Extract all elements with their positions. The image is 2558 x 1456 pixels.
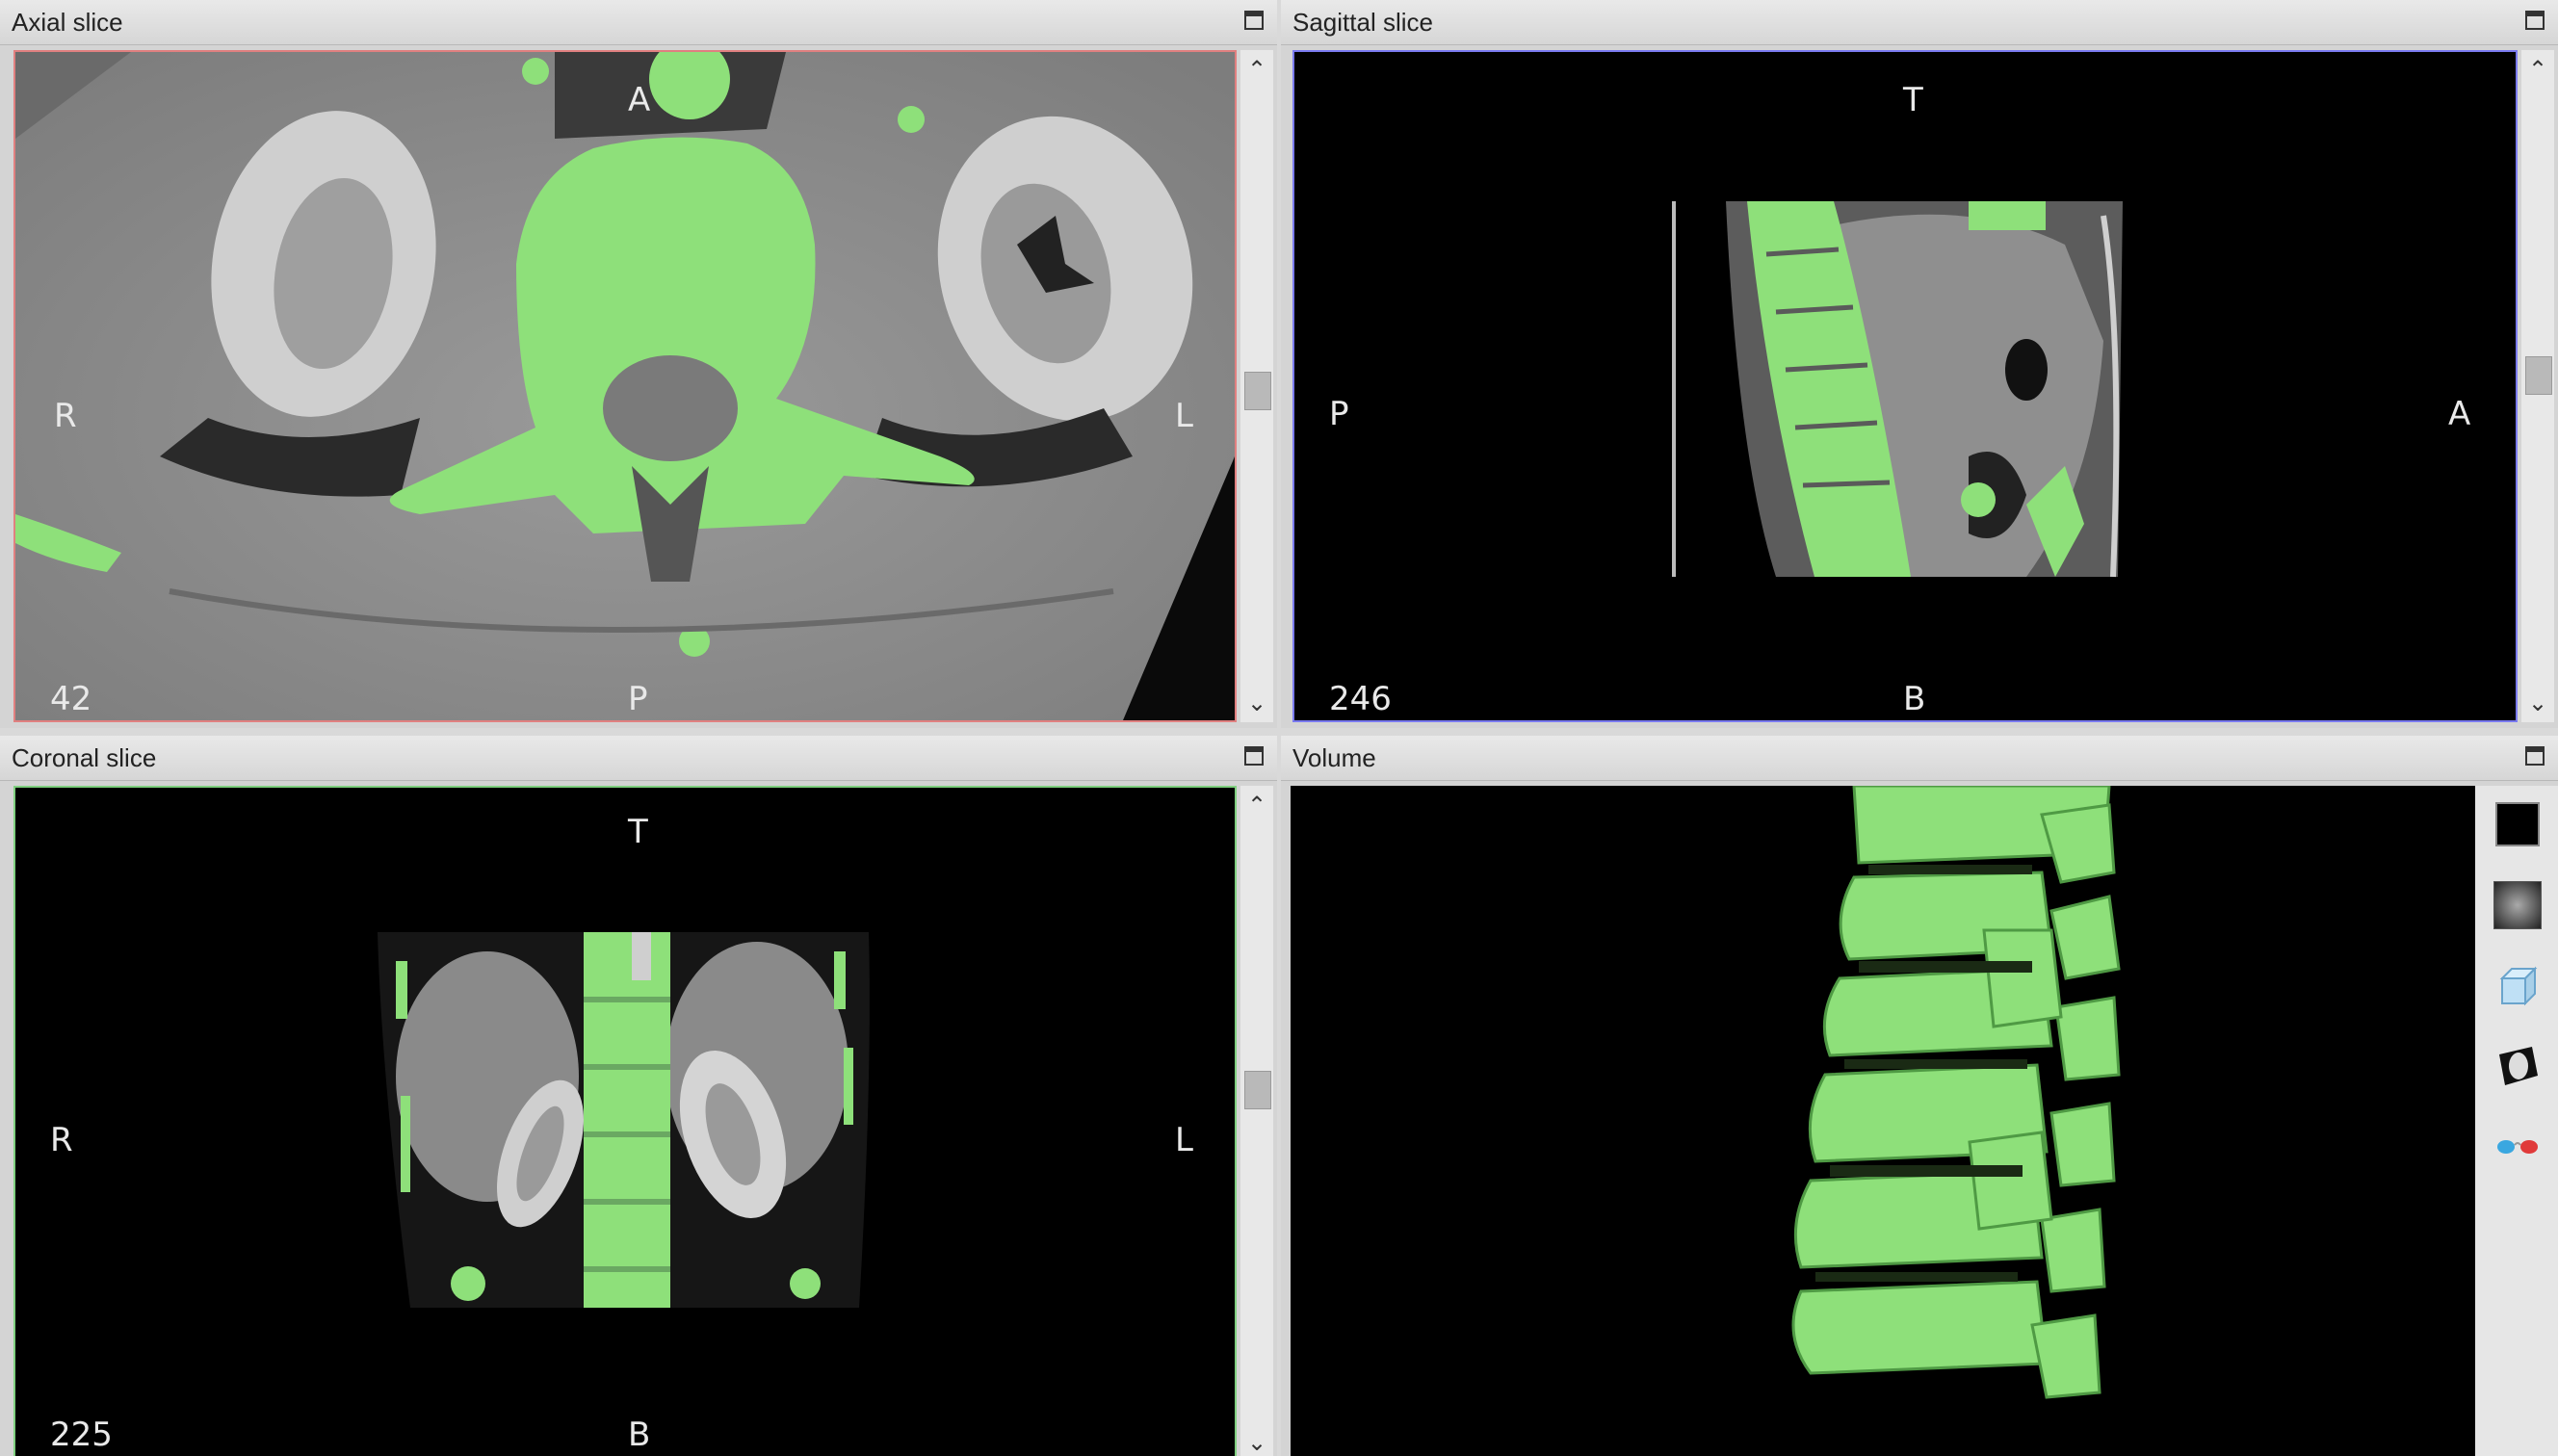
coronal-ct-image [378,932,870,1308]
volume-panel: Volume [1281,736,2558,1456]
sagittal-viewport[interactable]: T B P A 246 [1292,50,2518,722]
sagittal-scroll-thumb[interactable] [2525,356,2552,395]
axial-panel: Axial slice A P R L 42 ⌃ ⌄ [0,0,1277,728]
sagittal-panel: Sagittal slice T B P A 246 ⌃ ⌄ [1281,0,2558,728]
background-color-icon[interactable] [2491,797,2545,851]
axial-viewport[interactable]: A P R L 42 [13,50,1237,722]
coronal-maximize-icon[interactable] [1244,746,1264,766]
axial-label-right: L [1175,397,1193,435]
sagittal-label-bottom: B [1903,680,1926,718]
coronal-titlebar: Coronal slice [0,736,1277,781]
coronal-label-bottom: B [628,1416,651,1454]
volume-title: Volume [1292,743,1376,772]
axial-maximize-icon[interactable] [1244,11,1264,30]
sagittal-slice-number: 246 [1329,680,1392,718]
coronal-scroll-thumb[interactable] [1244,1071,1271,1109]
axial-ct-image [15,52,1235,720]
coronal-scroll-down-icon[interactable]: ⌄ [1240,1429,1273,1456]
axial-slice-number: 42 [50,680,92,718]
axial-titlebar: Axial slice [0,0,1277,45]
sagittal-maximize-icon[interactable] [2525,11,2545,30]
volume-render-icon[interactable] [2491,878,2545,932]
sagittal-ct-image [1672,201,2123,578]
volume-titlebar: Volume [1281,736,2558,781]
coronal-viewport[interactable]: T B R L 225 [13,786,1237,1456]
volume-viewport[interactable] [1291,786,2475,1456]
axial-label-bottom: P [628,680,648,718]
coronal-panel: Coronal slice T B R L 225 ⌃ ⌄ [0,736,1277,1456]
sagittal-scroll-up-icon[interactable]: ⌃ [2521,56,2554,83]
axial-scroll-thumb[interactable] [1244,372,1271,410]
sagittal-scroll-down-icon[interactable]: ⌄ [2521,689,2554,716]
axial-scroll-up-icon[interactable]: ⌃ [1240,56,1273,83]
axial-label-top: A [628,81,651,119]
volume-maximize-icon[interactable] [2525,746,2545,766]
axial-scrollbar[interactable]: ⌃ ⌄ [1240,50,1273,722]
axial-label-left: R [54,397,77,435]
orientation-icon[interactable] [2491,1038,2545,1092]
coronal-label-left: R [50,1121,73,1159]
bounding-box-icon[interactable] [2491,959,2545,1013]
sagittal-scrollbar[interactable]: ⌃ ⌄ [2521,50,2554,722]
stereo-glasses-icon[interactable] [2491,1117,2545,1171]
sagittal-label-right: A [2448,395,2471,433]
sagittal-label-left: P [1329,395,1349,433]
coronal-scrollbar[interactable]: ⌃ ⌄ [1240,786,1273,1456]
coronal-label-top: T [628,813,648,851]
coronal-slice-number: 225 [50,1416,113,1454]
spine-3d-render [1791,786,2121,1399]
volume-toolbar [2475,786,2558,1456]
coronal-scroll-up-icon[interactable]: ⌃ [1240,792,1273,819]
axial-title: Axial slice [12,8,123,37]
coronal-title: Coronal slice [12,743,157,772]
sagittal-label-top: T [1903,81,1923,119]
sagittal-title: Sagittal slice [1292,8,1433,37]
sagittal-titlebar: Sagittal slice [1281,0,2558,45]
coronal-label-right: L [1175,1121,1193,1159]
axial-scroll-down-icon[interactable]: ⌄ [1240,689,1273,716]
